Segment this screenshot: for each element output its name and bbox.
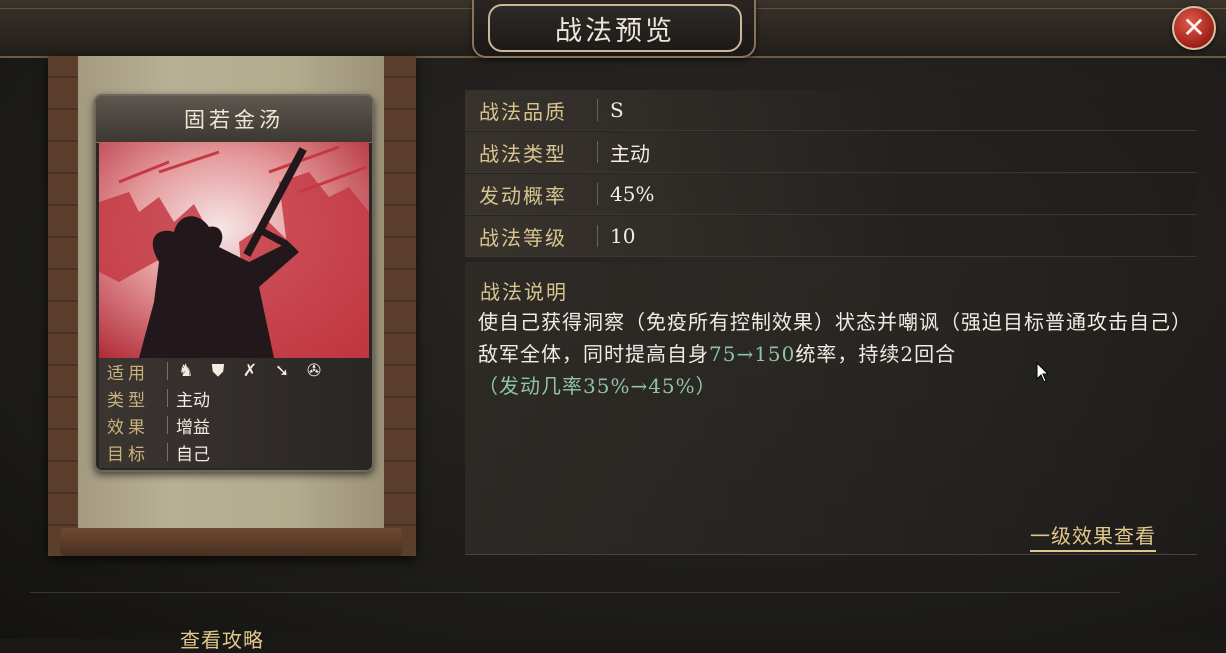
spear-icon: ➘ [274, 361, 290, 381]
card-name-plate: 固若金汤 [96, 96, 372, 143]
info-value: S [610, 98, 624, 122]
attr-row-type: 类型 主动 [99, 385, 369, 411]
attr-key: 适用 [107, 363, 149, 384]
attr-key: 目标 [107, 444, 149, 465]
window-title: 战法预览 [555, 15, 675, 47]
close-button[interactable]: ✕ [1172, 6, 1216, 50]
attr-divider [167, 416, 168, 434]
attr-key: 效果 [107, 417, 149, 438]
attr-row-applicable: 适用 ♞ ⛊ ✗ ➘ ✇ [99, 358, 369, 384]
info-value: 45% [610, 182, 655, 206]
tactic-card: 固若金汤 适用 ♞ ⛊ ✗ ➘ ✇ 类型 主动 效果 增益 目标 自己 [94, 94, 374, 472]
info-row-probability: 发动概率 45% [465, 174, 1197, 215]
shield-icon: ⛊ [211, 361, 225, 381]
title-frame: 战法预览 [488, 4, 742, 52]
info-key: 战法类型 [479, 141, 567, 166]
info-key: 战法等级 [479, 225, 567, 250]
info-divider [597, 141, 598, 163]
description-highlight-value: 75→150 [709, 342, 796, 366]
bow-icon: ✗ [242, 361, 258, 381]
description-part-2: 统率，持续2回合 [795, 342, 957, 366]
close-icon[interactable]: ✕ [1182, 14, 1205, 42]
attr-row-target: 目标 自己 [99, 439, 369, 465]
troop-icons: ♞ ⛊ ✗ ➘ ✇ [176, 361, 324, 381]
info-divider [597, 99, 598, 121]
bottom-divider [30, 592, 1120, 593]
card-art [99, 142, 369, 358]
attr-divider [167, 389, 168, 407]
card-name: 固若金汤 [184, 108, 284, 132]
attr-value: 自己 [176, 444, 210, 465]
level-effect-link[interactable]: 一级效果查看 [1030, 520, 1156, 552]
card-attributes: 适用 ♞ ⛊ ✗ ➘ ✇ 类型 主动 效果 增益 目标 自己 [99, 358, 369, 468]
description-highlight-rate: （发动几率35%→45%） [478, 374, 717, 398]
info-divider [597, 183, 598, 205]
description-text: 使自己获得洞察（免疫所有控制效果）状态并嘲讽（强迫目标普通攻击自己）敌军全体，同… [478, 306, 1190, 402]
info-row-level: 战法等级 10 [465, 216, 1197, 257]
info-key: 战法品质 [479, 99, 567, 124]
info-divider [597, 225, 598, 247]
info-value: 主动 [610, 141, 650, 166]
info-key: 发动概率 [479, 183, 567, 208]
attr-value: 增益 [176, 417, 210, 438]
attr-divider [167, 362, 168, 380]
attr-key: 类型 [107, 390, 149, 411]
scroll-roll [60, 528, 402, 556]
info-row-quality: 战法品质 S [465, 90, 1197, 131]
attr-value: 主动 [176, 390, 210, 411]
attr-row-effect: 效果 增益 [99, 412, 369, 438]
cavalry-icon: ♞ [178, 361, 194, 381]
wheel-icon: ✇ [306, 361, 322, 381]
description-title: 战法说明 [480, 280, 568, 304]
attr-divider [167, 443, 168, 461]
info-value: 10 [610, 224, 636, 248]
mouse-cursor-icon [1036, 362, 1050, 383]
info-row-type: 战法类型 主动 [465, 132, 1197, 173]
